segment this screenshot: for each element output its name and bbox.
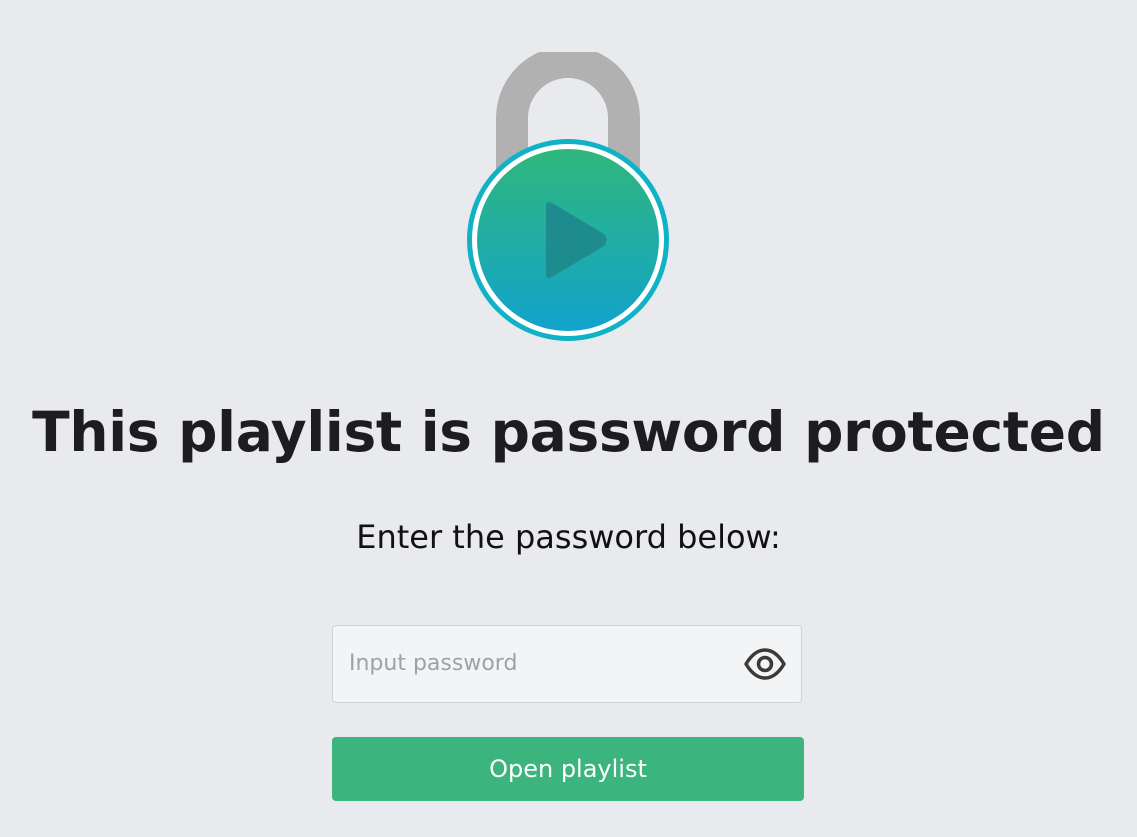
- password-prompt: Enter the password below:: [356, 518, 781, 556]
- page-title: This playlist is password protected: [32, 400, 1105, 464]
- eye-icon[interactable]: [741, 646, 789, 682]
- password-protected-page: This playlist is password protected Ente…: [0, 0, 1137, 837]
- password-field-container: [332, 625, 802, 703]
- open-playlist-button[interactable]: Open playlist: [332, 737, 804, 801]
- password-input[interactable]: [333, 626, 733, 690]
- padlock-play-icon: [467, 52, 669, 341]
